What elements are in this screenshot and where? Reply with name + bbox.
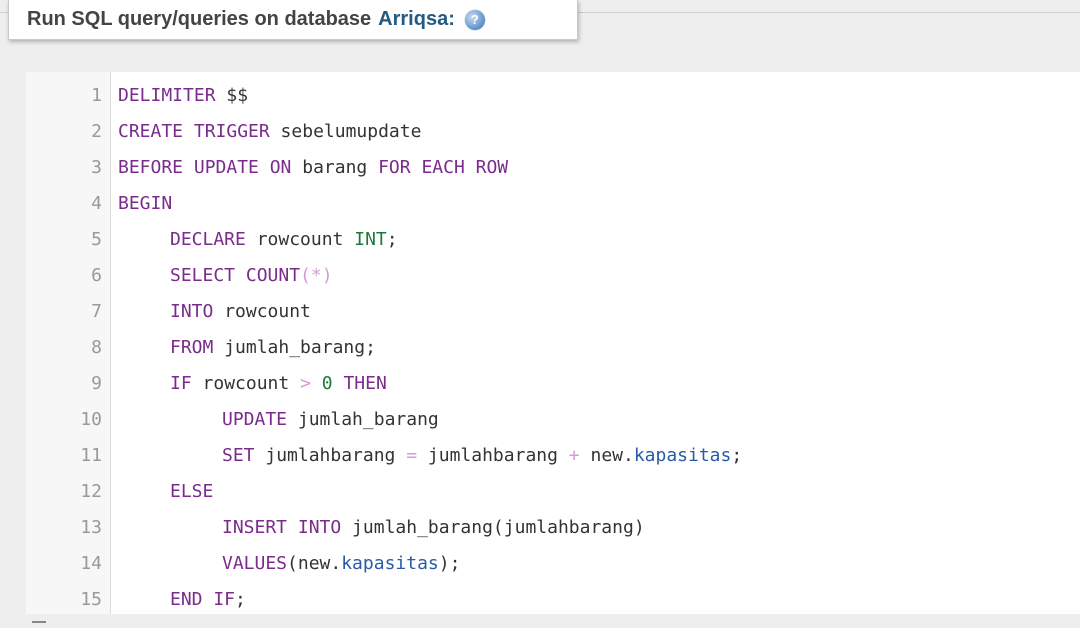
line-number: 3: [91, 157, 102, 178]
line-number: 1: [91, 85, 102, 106]
code-text: SELECT COUNT(*): [118, 258, 333, 294]
code-token-txt: $$: [215, 85, 249, 106]
help-icon[interactable]: ?: [464, 9, 485, 30]
code-token-txt: rowcount: [191, 373, 301, 394]
code-token-txt: ;: [731, 445, 743, 466]
line-number: 6: [91, 265, 102, 286]
code-text: END IF;: [118, 582, 246, 614]
code-token-txt: new.: [579, 445, 634, 466]
code-token-op: (*): [300, 265, 333, 286]
code-token-kw: IF: [170, 373, 192, 394]
code-text: VALUES(new.kapasitas);: [118, 546, 460, 582]
code-token-txt: barang: [291, 157, 379, 178]
code-token-kw: SET: [222, 445, 255, 466]
code-line[interactable]: 11 SET jumlahbarang = jumlahbarang + new.…: [26, 438, 1080, 474]
code-token-num: 0: [321, 373, 333, 394]
code-token-kw: INSERT INTO: [222, 517, 342, 538]
code-token-op: >: [300, 373, 311, 394]
resize-handle[interactable]: [32, 621, 46, 623]
code-text: UPDATE jumlah_barang: [118, 402, 439, 438]
code-token-kw: BEGIN: [118, 193, 173, 214]
code-line[interactable]: 9 IF rowcount > 0 THEN: [26, 366, 1080, 402]
code-token-txt: jumlah_barang;: [213, 337, 376, 358]
code-text: DELIMITER $$: [118, 78, 248, 114]
code-line[interactable]: 3 BEFORE UPDATE ON barang FOR EACH ROW: [26, 150, 1080, 186]
code-line[interactable]: 14 VALUES(new.kapasitas);: [26, 546, 1080, 582]
line-number: 9: [91, 373, 102, 394]
code-line[interactable]: 10 UPDATE jumlah_barang: [26, 402, 1080, 438]
line-number: 5: [91, 229, 102, 250]
code-text: INSERT INTO jumlah_barang(jumlahbarang): [118, 510, 645, 546]
sql-code-editor[interactable]: 1 DELIMITER $$ 2 CREATE TRIGGER sebelumupda…: [26, 72, 1080, 614]
database-name-link[interactable]: Arriqsa:: [378, 8, 455, 31]
code-token-kw: FOR EACH ROW: [378, 157, 509, 178]
code-token-prop: kapasitas: [633, 445, 732, 466]
code-line[interactable]: 6 SELECT COUNT(*): [26, 258, 1080, 294]
code-token-txt: );: [438, 553, 461, 574]
code-token-kw: BEFORE UPDATE ON: [118, 157, 292, 178]
line-number: 2: [91, 121, 102, 142]
code-token-kw: DELIMITER: [118, 85, 216, 106]
line-number: 8: [91, 337, 102, 358]
code-token-txt: ;: [235, 589, 246, 610]
code-token-txt: sebelumupdate: [269, 121, 422, 142]
line-number: 15: [80, 589, 102, 610]
code-token-kw: DECLARE: [170, 229, 246, 250]
line-number: 13: [80, 517, 102, 538]
code-token-kw: FROM: [170, 337, 214, 358]
code-token-txt: jumlah_barang: [287, 409, 439, 430]
line-number: 7: [91, 301, 102, 322]
code-token-kw: VALUES: [222, 553, 288, 574]
code-text: INTO rowcount: [118, 294, 311, 330]
code-line[interactable]: 4 BEGIN: [26, 186, 1080, 222]
code-text: BEFORE UPDATE ON barang FOR EACH ROW: [118, 150, 508, 186]
code-token-txt: rowcount: [213, 301, 311, 322]
code-text: BEGIN: [118, 186, 172, 222]
code-line[interactable]: 15 END IF;: [26, 582, 1080, 614]
code-token-num: INT: [354, 229, 387, 250]
code-token-txt: jumlah_barang(jumlahbarang): [341, 517, 645, 538]
code-token-kw: THEN: [343, 373, 387, 394]
line-number: 12: [80, 481, 102, 502]
code-token-op: =: [406, 445, 418, 466]
code-token-txt: jumlahbarang: [417, 445, 569, 466]
code-line[interactable]: 12 ELSE: [26, 474, 1080, 510]
code-text: CREATE TRIGGER sebelumupdate: [118, 114, 421, 150]
code-token-txt: ;: [386, 229, 398, 250]
code-line[interactable]: 7 INTO rowcount: [26, 294, 1080, 330]
sql-panel-legend: Run SQL query/queries on database Arriqs…: [8, 0, 578, 40]
code-token-kw: SELECT COUNT: [170, 265, 301, 286]
code-token-op: +: [568, 445, 580, 466]
code-token-txt: (new.: [287, 553, 342, 574]
line-number: 4: [91, 193, 102, 214]
code-line[interactable]: 2 CREATE TRIGGER sebelumupdate: [26, 114, 1080, 150]
code-line[interactable]: 5 DECLARE rowcount INT;: [26, 222, 1080, 258]
code-token-kw: UPDATE: [222, 409, 288, 430]
code-token-txt: jumlahbarang: [254, 445, 407, 466]
code-token-kw: ELSE: [170, 481, 214, 502]
code-token-kw: END IF: [170, 589, 236, 610]
code-token-txt: rowcount: [245, 229, 355, 250]
code-line[interactable]: 1 DELIMITER $$: [26, 78, 1080, 114]
line-number: 11: [80, 445, 102, 466]
code-lines: 1 DELIMITER $$ 2 CREATE TRIGGER sebelumupda…: [26, 78, 1080, 614]
code-token-kw: CREATE TRIGGER: [118, 121, 270, 142]
code-text: ELSE: [118, 474, 213, 510]
code-line[interactable]: 13 INSERT INTO jumlah_barang(jumlahbarang…: [26, 510, 1080, 546]
code-text: IF rowcount > 0 THEN: [118, 366, 387, 402]
code-line[interactable]: 8 FROM jumlah_barang;: [26, 330, 1080, 366]
code-text: DECLARE rowcount INT;: [118, 222, 398, 258]
line-number: 14: [80, 553, 102, 574]
line-number: 10: [80, 409, 102, 430]
code-token-prop: kapasitas: [341, 553, 439, 574]
code-text: FROM jumlah_barang;: [118, 330, 376, 366]
legend-title: Run SQL query/queries on database: [27, 8, 372, 30]
code-token-kw: INTO: [170, 301, 214, 322]
code-text: SET jumlahbarang = jumlahbarang + new.ka…: [118, 438, 742, 474]
